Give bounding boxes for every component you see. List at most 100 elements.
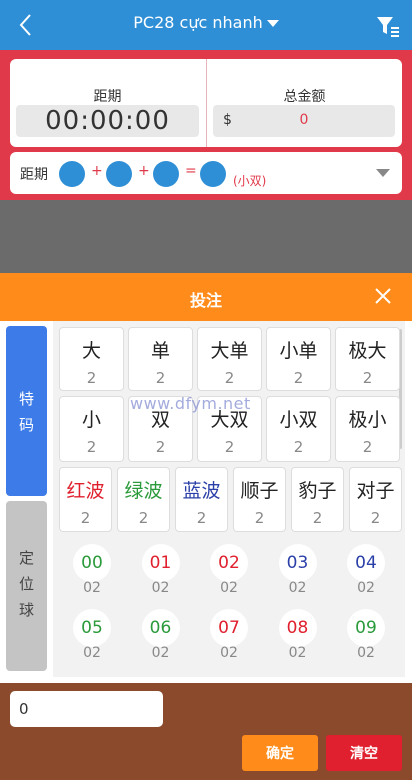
- number-ball-label: 07: [210, 609, 248, 647]
- period-label: 距期: [93, 89, 122, 105]
- bet-option[interactable]: 大单 2: [197, 327, 262, 391]
- period-card: 距期 00:00:00 总金额 $ 0: [10, 59, 402, 147]
- draw-result: (小双): [233, 174, 267, 188]
- bet-option-odds: 2: [362, 438, 373, 456]
- bet-option[interactable]: 小2: [59, 396, 124, 462]
- bet-option[interactable]: 小双 2: [266, 396, 331, 462]
- number-ball-odds: 02: [357, 580, 375, 596]
- bet-option-odds: 2: [362, 369, 373, 387]
- total-column: 总金额 $ 0: [206, 59, 402, 147]
- bet-option[interactable]: 极小 2: [335, 396, 400, 462]
- bet-option-odds: 2: [254, 509, 265, 527]
- bet-option[interactable]: 顺子 2: [233, 467, 286, 532]
- draw-ball-3: [153, 161, 179, 187]
- number-ball-odds: 02: [83, 645, 101, 661]
- confirm-button[interactable]: 确定: [242, 735, 318, 771]
- number-ball-option[interactable]: 05 02: [67, 609, 117, 661]
- bet-option-odds: 2: [80, 509, 91, 527]
- bet-option-odds: 2: [224, 438, 235, 456]
- clear-button[interactable]: 清空: [326, 735, 402, 771]
- number-ball-label: 09: [347, 609, 385, 647]
- number-ball-odds: 02: [288, 580, 307, 596]
- tab-position-label: 定位球: [6, 501, 47, 623]
- bet-option-name: 绿波: [124, 480, 163, 502]
- bet-option[interactable]: 豹子 2: [291, 467, 344, 532]
- bet-option[interactable]: 绿波 2: [117, 467, 170, 532]
- tab-special[interactable]: 特码: [6, 326, 47, 496]
- number-ball-option[interactable]: 00 02: [67, 544, 117, 596]
- number-ball-label: 03: [278, 544, 317, 582]
- bet-amount-input[interactable]: [10, 691, 163, 727]
- bet-option-name: 小单: [279, 340, 318, 362]
- bet-option-odds: 2: [86, 438, 97, 456]
- bet-option-odds: 2: [293, 369, 304, 387]
- chevron-down-icon: [266, 20, 279, 27]
- plus-sign: +: [138, 163, 150, 179]
- bet-option-odds: 2: [155, 369, 166, 387]
- number-ball-option[interactable]: 08 02: [273, 609, 323, 661]
- filter-icon[interactable]: [376, 15, 400, 37]
- tab-position-char: 位: [18, 575, 34, 593]
- number-ball-option[interactable]: 09 02: [341, 609, 391, 661]
- bet-option[interactable]: 蓝波 2: [175, 467, 228, 532]
- bet-option-odds: 2: [138, 509, 149, 527]
- number-ball-label: 04: [347, 544, 385, 582]
- number-ball-odds: 02: [220, 645, 238, 661]
- watermark: www.dfym.net: [130, 394, 251, 413]
- bet-option-name: 大单: [210, 340, 249, 362]
- number-ball-option[interactable]: 03 02: [273, 544, 323, 596]
- plus-sign: +: [91, 163, 103, 179]
- bet-option[interactable]: 红波 2: [59, 467, 112, 532]
- bet-panel-title: 投注: [189, 291, 222, 310]
- bet-option[interactable]: 极大 2: [335, 327, 400, 391]
- period-column: 距期 00:00:00: [10, 59, 205, 147]
- bet-option-name: 红波: [66, 480, 105, 502]
- tab-special-char: 特: [18, 390, 34, 408]
- bet-panel-header: 投注: [0, 273, 412, 321]
- number-ball-odds: 02: [288, 645, 307, 661]
- bet-option-name: 顺子: [240, 480, 279, 502]
- tab-position-char: 定: [18, 549, 34, 567]
- page-title: PC28 cực nhanh: [133, 13, 263, 32]
- tab-special-char: 码: [18, 416, 34, 434]
- bet-footer: 确定 清空: [0, 683, 412, 780]
- bet-option-name: 对子: [356, 480, 395, 502]
- bet-option-name: 极大: [348, 340, 387, 362]
- draw-ball-2: [106, 161, 132, 187]
- number-ball-option[interactable]: 02 02: [204, 544, 254, 596]
- number-ball-label: 01: [141, 544, 180, 582]
- draw-ball-1: [59, 161, 85, 187]
- bet-option-odds: 2: [155, 438, 166, 456]
- number-ball-option[interactable]: 01 02: [136, 544, 186, 596]
- last-draw-card[interactable]: 距期 + + = (小双): [10, 152, 402, 194]
- equals-sign: =: [185, 163, 197, 179]
- bet-option-name: 单: [150, 340, 170, 362]
- number-ball-label: 00: [73, 544, 111, 582]
- number-ball-label: 05: [73, 609, 111, 647]
- number-ball-option[interactable]: 06 02: [136, 609, 186, 661]
- bet-option-odds: 2: [196, 509, 207, 527]
- number-ball-option[interactable]: 04 02: [341, 544, 391, 596]
- number-ball-option[interactable]: 07 02: [204, 609, 254, 661]
- game-selector[interactable]: PC28 cực nhanh: [0, 13, 412, 32]
- bet-option-name: 豹子: [298, 480, 337, 502]
- close-icon[interactable]: [374, 287, 392, 305]
- bet-option[interactable]: 大2: [59, 327, 124, 391]
- number-ball-odds: 02: [220, 580, 238, 596]
- dropdown-arrow-icon[interactable]: [376, 169, 390, 177]
- number-ball-odds: 02: [151, 580, 170, 596]
- number-ball-odds: 02: [357, 645, 375, 661]
- bet-option[interactable]: 小单 2: [266, 327, 331, 391]
- bet-option[interactable]: 对子 2: [349, 467, 402, 532]
- total-amount-box: $ 0: [213, 105, 395, 137]
- bet-option-name: 大: [81, 340, 101, 362]
- bet-option[interactable]: 单2: [128, 327, 193, 391]
- total-label: 总金额: [283, 89, 326, 105]
- countdown-timer: 00:00:00: [16, 105, 199, 137]
- info-area: 距期 00:00:00 总金额 $ 0 距期 + + = (小双): [0, 50, 412, 200]
- draw-label: 距期: [20, 167, 48, 183]
- app-header: PC28 cực nhanh: [0, 0, 412, 50]
- bet-option-name: 小双: [279, 409, 318, 431]
- bet-option-name: 小: [81, 409, 101, 431]
- tab-position[interactable]: 定位球: [6, 501, 47, 671]
